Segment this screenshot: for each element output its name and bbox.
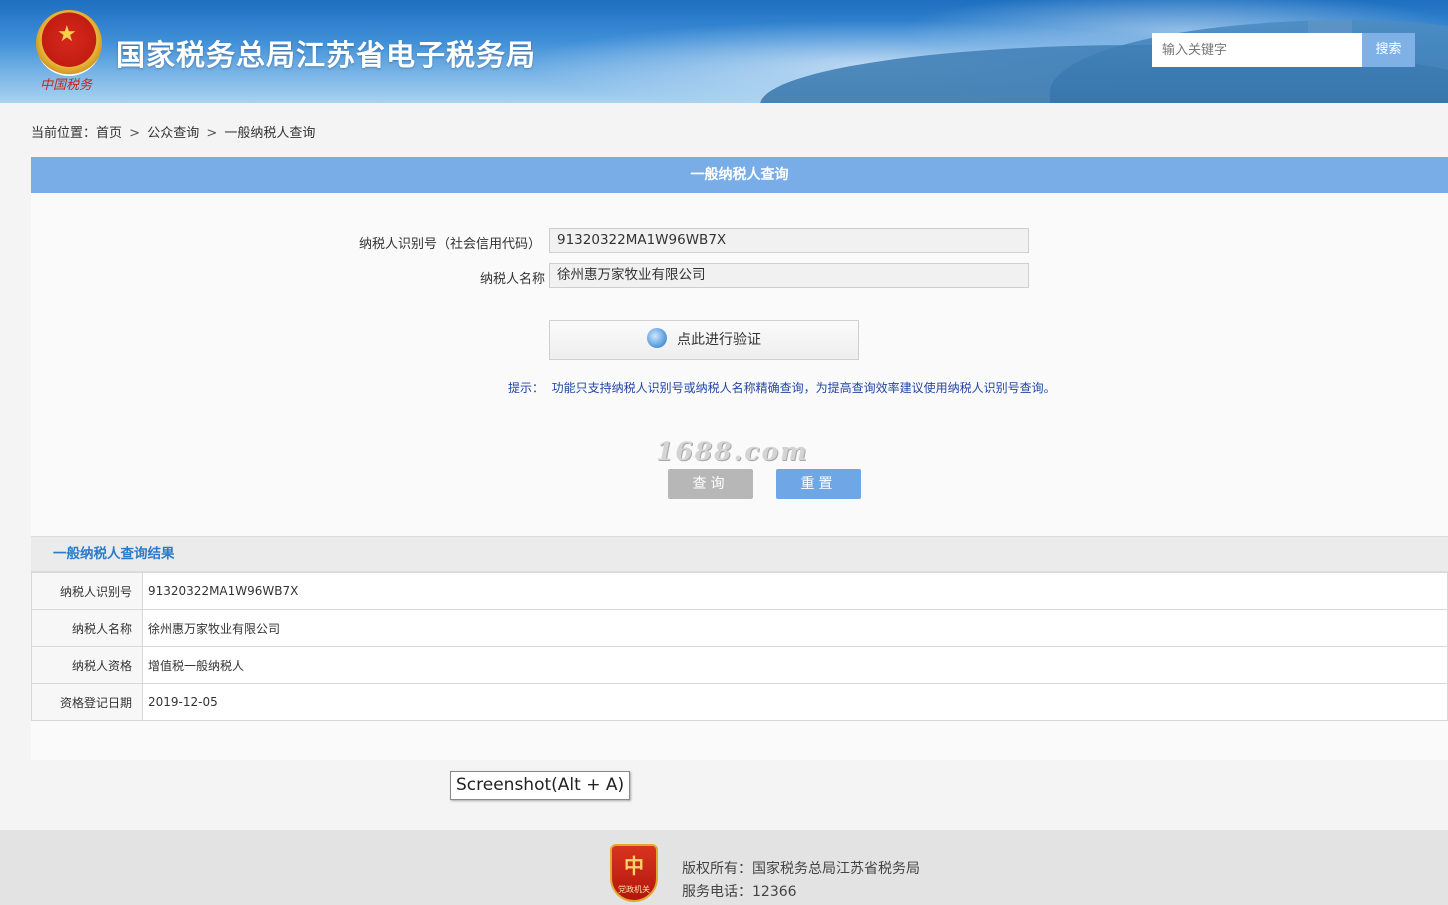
tip-text: 功能只支持纳税人识别号或纳税人名称精确查询，为提高查询效率建议使用纳税人识别号查… — [551, 381, 1056, 395]
taxpayer-name-input[interactable]: 徐州惠万家牧业有限公司 — [549, 263, 1029, 288]
emblem-caption: 中国税务 — [40, 78, 93, 93]
result-value: 2019-12-05 — [142, 683, 1448, 721]
query-panel-title: 一般纳税人查询 — [31, 157, 1448, 193]
party-government-badge-icon[interactable]: 中 党政机关 — [610, 844, 658, 902]
result-value: 91320322MA1W96WB7X — [142, 572, 1448, 610]
breadcrumb-prefix: 当前位置： — [31, 126, 97, 141]
table-row: 纳税人资格 增值税一般纳税人 — [31, 646, 1448, 684]
captcha-verify-button[interactable]: 点此进行验证 — [549, 320, 859, 360]
breadcrumb-current-page: 一般纳税人查询 — [224, 126, 316, 141]
result-section-title: 一般纳税人查询结果 — [31, 536, 1448, 572]
query-button[interactable]: 查询 — [668, 469, 753, 499]
reset-button[interactable]: 重置 — [776, 469, 861, 499]
search-button[interactable]: 搜索 — [1362, 33, 1415, 67]
tip-label: 提示： — [508, 381, 545, 395]
taxpayer-name-label: 纳税人名称 — [479, 272, 545, 287]
verify-button-label: 点此进行验证 — [677, 332, 761, 348]
tax-emblem-icon: ★ — [36, 10, 102, 76]
taxpayer-id-label: 纳税人识别号（社会信用代码） — [358, 237, 541, 252]
site-title: 国家税务总局江苏省电子税务局 — [116, 38, 537, 72]
table-row: 纳税人识别号 91320322MA1W96WB7X — [31, 572, 1448, 610]
taxpayer-id-input[interactable]: 91320322MA1W96WB7X — [549, 228, 1029, 253]
result-label: 纳税人资格 — [31, 646, 143, 684]
breadcrumb-separator: > — [129, 126, 141, 141]
query-tip: 提示： 功能只支持纳税人识别号或纳税人名称精确查询，为提高查询效率建议使用纳税人… — [508, 379, 1056, 396]
result-label: 纳税人名称 — [31, 609, 143, 647]
result-value: 增值税一般纳税人 — [142, 646, 1448, 684]
query-panel: 一般纳税人查询 纳税人识别号（社会信用代码） 91320322MA1W96WB7… — [31, 157, 1448, 760]
breadcrumb-home-link[interactable]: 首页 — [96, 126, 122, 141]
breadcrumb-separator: > — [206, 126, 218, 141]
table-row: 资格登记日期 2019-12-05 — [31, 683, 1448, 721]
footer-service-phone: 服务电话：12366 — [682, 884, 797, 900]
breadcrumb-public-query-link[interactable]: 公众查询 — [147, 126, 199, 141]
watermark-text: 1688.com — [656, 437, 809, 466]
result-label: 纳税人识别号 — [31, 572, 143, 610]
breadcrumb: 当前位置：首页 > 公众查询 > 一般纳税人查询 — [31, 122, 315, 141]
cursor-click-icon — [647, 328, 667, 348]
site-header: ★ 中国税务 国家税务总局江苏省电子税务局 搜索 — [0, 0, 1448, 103]
footer-copyright: 版权所有：国家税务总局江苏省税务局 — [682, 861, 920, 877]
result-value: 徐州惠万家牧业有限公司 — [142, 609, 1448, 647]
search-input[interactable] — [1152, 33, 1362, 67]
result-label: 资格登记日期 — [31, 683, 143, 721]
result-table: 纳税人识别号 91320322MA1W96WB7X 纳税人名称 徐州惠万家牧业有… — [31, 572, 1448, 721]
badge-emblem-icon: 中 — [624, 854, 644, 878]
badge-caption: 党政机关 — [618, 885, 650, 894]
table-row: 纳税人名称 徐州惠万家牧业有限公司 — [31, 609, 1448, 647]
star-icon: ★ — [57, 22, 77, 47]
site-footer: 中 党政机关 版权所有：国家税务总局江苏省税务局 服务电话：12366 — [0, 830, 1448, 905]
screenshot-tooltip: Screenshot(Alt + A) — [450, 771, 630, 800]
